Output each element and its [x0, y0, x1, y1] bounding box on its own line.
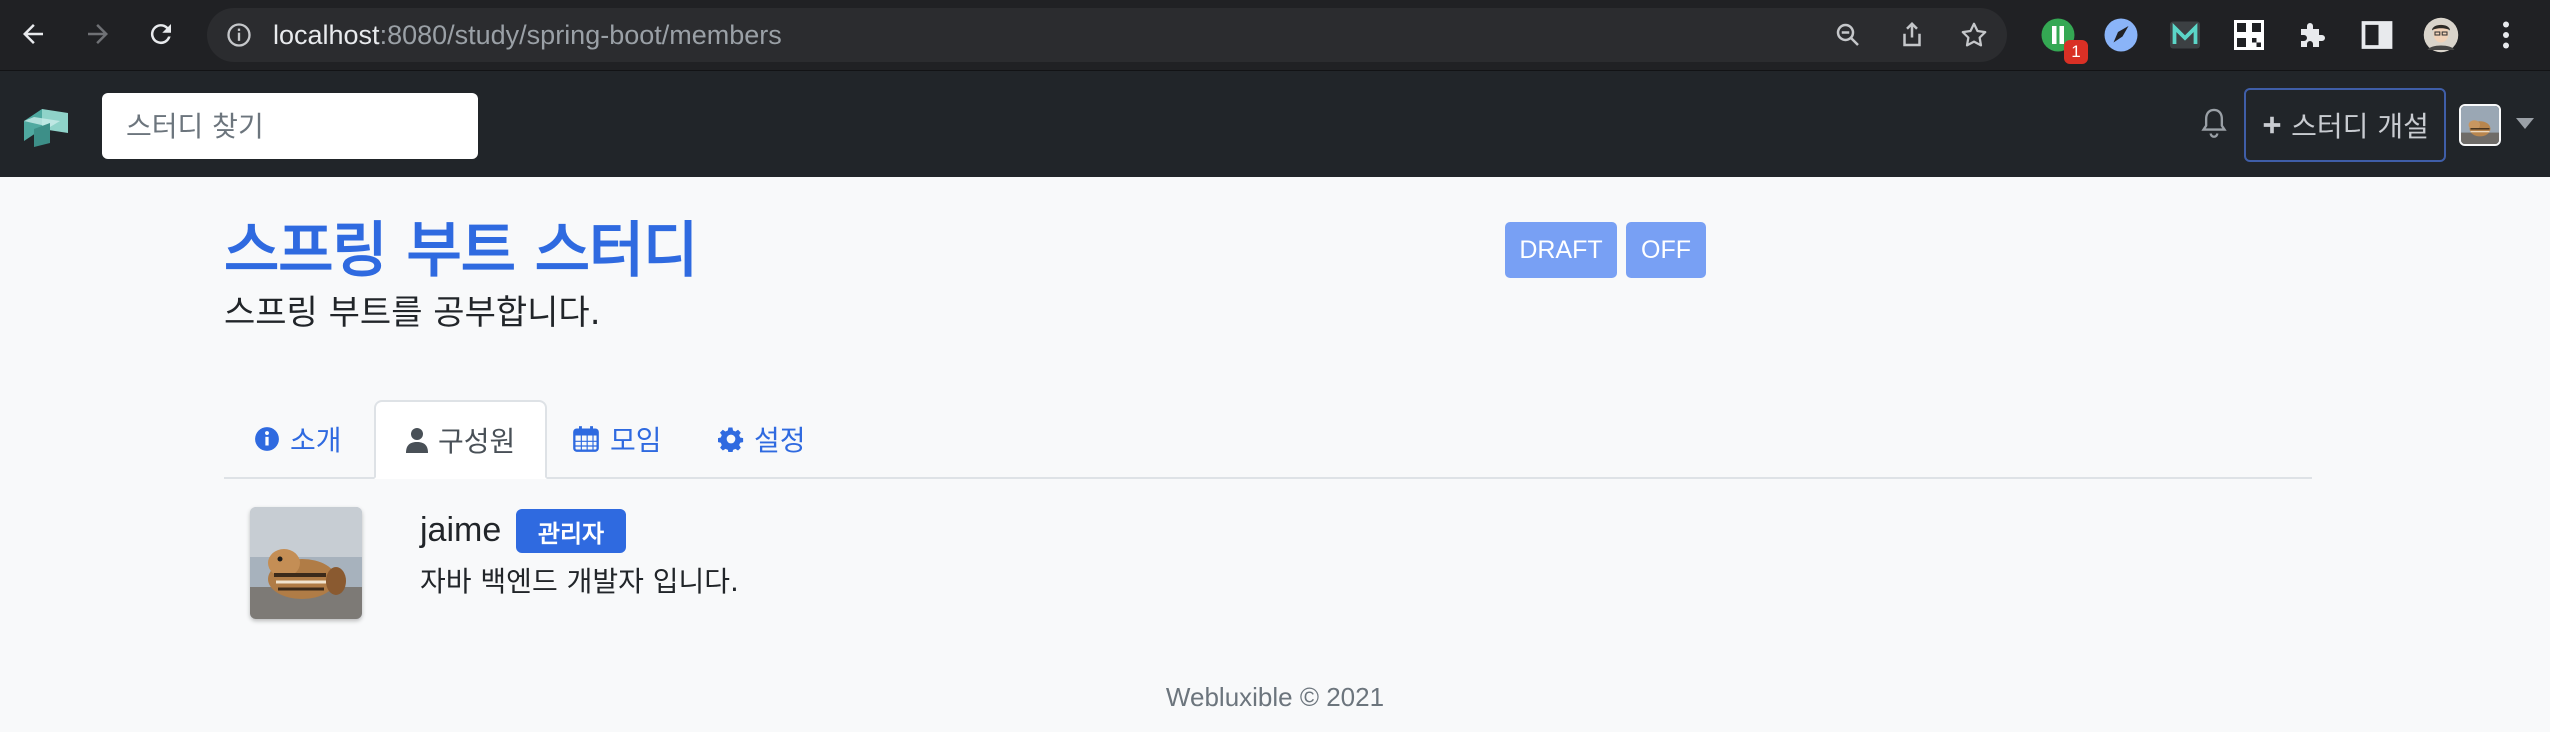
member-bio: 자바 백엔드 개발자 입니다. [420, 565, 739, 598]
user-icon [406, 427, 428, 453]
forward-button[interactable] [78, 14, 118, 54]
member-avatar [250, 507, 362, 619]
calendar-icon [573, 425, 599, 452]
footer-copyright: Webluxible © 2021 [1165, 682, 1385, 712]
qr-code-icon[interactable] [2231, 17, 2267, 53]
url-path: :8080/study/spring-boot/members [379, 20, 782, 50]
tab-info-label: 소개 [290, 423, 342, 457]
reload-button[interactable] [141, 14, 181, 54]
study-tabs: 소개 구성원 모임 설정 [224, 400, 2312, 479]
tab-settings-label: 설정 [754, 423, 806, 457]
side-panel-icon[interactable] [2359, 17, 2395, 53]
study-search-input[interactable] [102, 93, 478, 159]
tab-events-label: 모임 [610, 423, 662, 457]
plus-icon [2263, 116, 2281, 134]
tab-events[interactable]: 모임 [542, 400, 692, 477]
menu-kebab-icon[interactable] [2488, 17, 2524, 53]
browser-toolbar: localhost:8080/study/spring-boot/members… [0, 0, 2550, 71]
bell-icon[interactable] [2198, 106, 2230, 140]
tab-members-label: 구성원 [438, 424, 516, 458]
member-name: jaime [420, 511, 502, 549]
tab-info[interactable]: 소개 [224, 400, 372, 477]
extension-pen-icon[interactable] [2103, 17, 2139, 53]
url-host: localhost [273, 20, 380, 50]
admin-badge: 관리자 [516, 509, 626, 553]
puzzle-icon[interactable] [2295, 17, 2331, 53]
chipmunk-photo-icon [250, 507, 362, 619]
arrow-right-icon [88, 24, 108, 44]
profile-avatar-icon[interactable] [2423, 17, 2459, 53]
back-button[interactable] [13, 14, 53, 54]
share-icon[interactable] [1897, 20, 1927, 50]
url-text[interactable]: localhost:8080/study/spring-boot/members [273, 21, 782, 49]
star-icon[interactable] [1959, 20, 1989, 50]
chipmunk-avatar-icon [2461, 106, 2499, 144]
user-menu-caret-icon[interactable] [2516, 118, 2534, 129]
draft-status-button[interactable]: DRAFT [1505, 222, 1617, 278]
study-title[interactable]: 스프링 부트 스터디 [224, 218, 698, 284]
extension-m-icon[interactable] [2167, 17, 2203, 53]
extension-badge: 1 [2064, 40, 2088, 64]
info-icon[interactable] [225, 21, 253, 49]
off-status-button[interactable]: OFF [1626, 222, 1706, 278]
app-navbar: 스터디 개설 [0, 71, 2550, 177]
reload-icon [150, 24, 171, 45]
brand-logo-icon[interactable] [20, 99, 72, 151]
create-study-label: 스터디 개설 [2291, 110, 2429, 143]
user-avatar[interactable] [2459, 104, 2501, 146]
study-short-description: 스프링 부트를 공부합니다. [224, 293, 601, 333]
gear-icon [718, 426, 744, 452]
zoom-icon[interactable] [1833, 20, 1863, 50]
tab-members[interactable]: 구성원 [374, 400, 548, 479]
arrow-left-icon [23, 24, 43, 44]
tab-settings[interactable]: 설정 [688, 400, 836, 477]
create-study-button[interactable]: 스터디 개설 [2244, 88, 2446, 162]
address-bar[interactable]: localhost:8080/study/spring-boot/members [207, 8, 2007, 62]
info-circle-icon [255, 426, 279, 451]
